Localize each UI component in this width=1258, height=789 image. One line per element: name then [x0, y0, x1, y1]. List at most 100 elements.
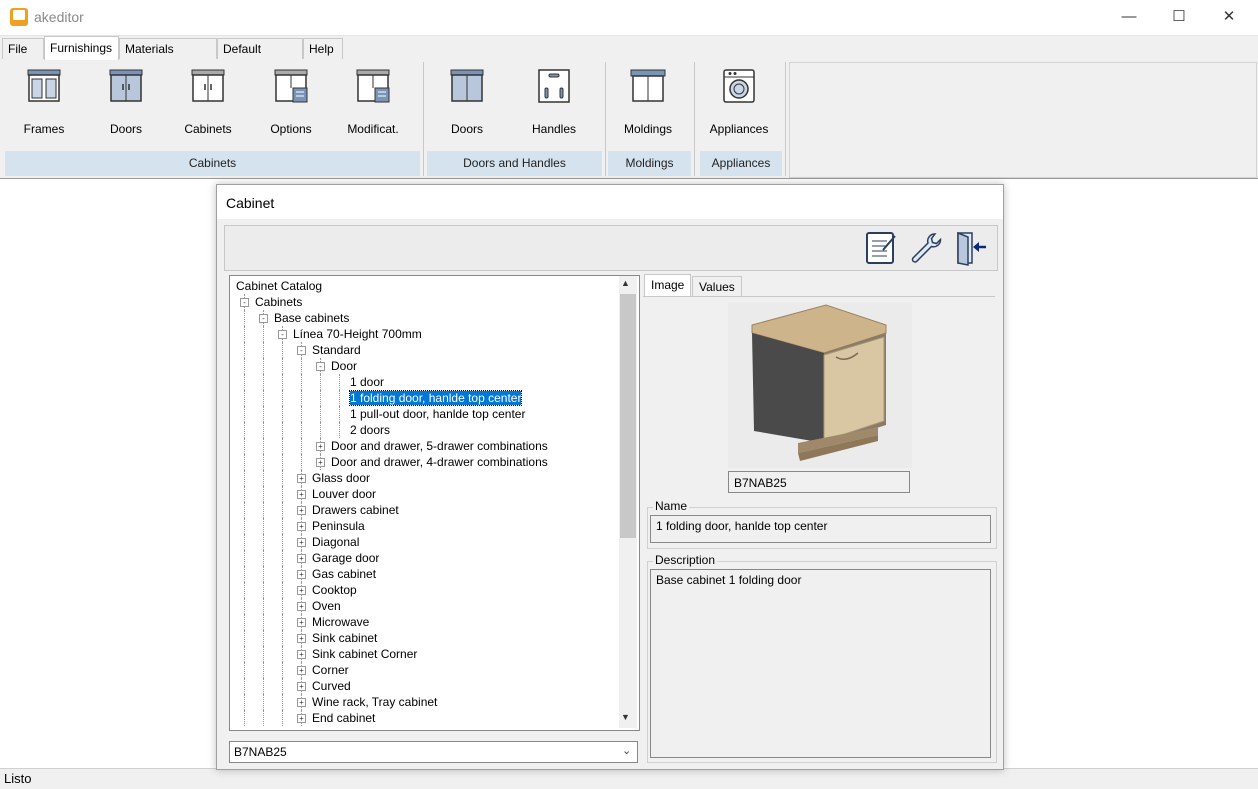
ribbon-cabinets-button[interactable]: Cabinets	[169, 64, 247, 148]
expand-icon[interactable]: +	[297, 634, 306, 643]
cabinet-tree[interactable]: Cabinet Catalog - Cabinets - Base cabinets - L…	[229, 275, 640, 731]
tree-item[interactable]: Corner	[312, 662, 349, 678]
expand-icon[interactable]: +	[297, 618, 306, 627]
menu-file[interactable]: File	[2, 38, 44, 59]
tree-guide-line	[282, 598, 283, 614]
ribbon-moldings-button[interactable]: Moldings	[609, 64, 687, 148]
menu-help[interactable]: Help	[303, 38, 343, 59]
minimize-icon[interactable]: —	[1106, 0, 1152, 34]
expand-icon[interactable]: +	[297, 490, 306, 499]
tree-item[interactable]: Cooktop	[312, 582, 357, 598]
ribbon-options-button[interactable]: Options	[252, 64, 330, 148]
tree-item[interactable]: 1 door	[350, 374, 384, 390]
expand-icon[interactable]: +	[297, 714, 306, 723]
collapse-icon[interactable]: -	[240, 298, 249, 307]
expand-icon[interactable]: +	[316, 442, 325, 451]
menu-materials-series[interactable]: Materials _Series	[119, 38, 217, 77]
expand-icon[interactable]: +	[297, 698, 306, 707]
tree-item[interactable]: Glass door	[312, 470, 370, 486]
ribbon-doors-button[interactable]: Doors	[87, 64, 165, 148]
expand-icon[interactable]: +	[316, 458, 325, 467]
tree-item[interactable]: End cabinet	[312, 710, 375, 726]
ribbon-doors-handles-doors-button[interactable]: Doors	[428, 64, 506, 148]
tree-item[interactable]: Door	[331, 358, 357, 374]
ribbon-moldings-label: Moldings	[623, 122, 673, 136]
tree-item[interactable]: Door and drawer, 5-drawer combinations	[331, 438, 548, 454]
tree-item[interactable]: Garage door	[312, 550, 379, 566]
tree-guide-line	[244, 582, 245, 598]
expand-icon[interactable]: +	[297, 538, 306, 547]
name-field[interactable]: 1 folding door, hanlde top center	[650, 515, 991, 543]
tab-image[interactable]: Image	[644, 274, 692, 297]
tree-guide-line	[263, 694, 264, 710]
ribbon-appliances-button[interactable]: Appliances	[700, 64, 778, 148]
tree-guide-line	[320, 374, 321, 390]
scroll-up-icon[interactable]: ▲	[621, 278, 630, 288]
collapse-icon[interactable]: -	[259, 314, 268, 323]
tree-item[interactable]: Gas cabinet	[312, 566, 376, 582]
expand-icon[interactable]: +	[297, 474, 306, 483]
tree-item[interactable]: 1 pull-out door, hanlde top center	[350, 406, 525, 422]
tree-guide-line	[244, 454, 245, 470]
tree-item[interactable]: Cabinet Catalog	[236, 278, 322, 294]
tab-divider	[643, 296, 995, 297]
tree-item[interactable]: Peninsula	[312, 518, 365, 534]
tree-item[interactable]: Wine rack, Tray cabinet	[312, 694, 437, 710]
expand-icon[interactable]: +	[297, 586, 306, 595]
tree-item[interactable]: Drawers cabinet	[312, 502, 399, 518]
tree-item[interactable]: Sink cabinet	[312, 630, 377, 646]
tree-item-label: Cooktop	[312, 583, 357, 597]
combo-value: B7NAB25	[234, 745, 287, 759]
close-icon[interactable]: ✕	[1206, 0, 1252, 34]
tree-item[interactable]: 2 doors	[350, 422, 390, 438]
maximize-icon[interactable]: ☐	[1156, 0, 1202, 34]
menu-furnishings[interactable]: Furnishings	[44, 36, 119, 60]
ribbon-modificat-button[interactable]: Modificat.	[334, 64, 412, 148]
tree-guide-line	[263, 646, 264, 662]
tree-item[interactable]: Curved	[312, 678, 351, 694]
chevron-down-icon[interactable]: ⌄	[622, 744, 631, 757]
tree-guide-line	[320, 422, 321, 438]
collapse-icon[interactable]: -	[278, 330, 287, 339]
expand-icon[interactable]: +	[297, 650, 306, 659]
expand-icon[interactable]: +	[297, 554, 306, 563]
menu-default-values[interactable]: Default values	[217, 38, 303, 77]
description-field[interactable]: Base cabinet 1 folding door	[650, 569, 991, 758]
expand-icon[interactable]: +	[297, 522, 306, 531]
tree-item[interactable]: Microwave	[312, 614, 369, 630]
tab-values[interactable]: Values	[692, 276, 742, 297]
expand-icon[interactable]: +	[297, 682, 306, 691]
tree-guide-line	[339, 422, 340, 438]
tree-item[interactable]: Oven	[312, 598, 341, 614]
tree-item[interactable]: Línea 70-Height 700mm	[293, 326, 422, 342]
tree-guide-line	[263, 470, 264, 486]
cabinet-code-combo[interactable]: B7NAB25 ⌄	[229, 741, 638, 763]
tree-item[interactable]: Diagonal	[312, 534, 359, 550]
report-icon[interactable]	[863, 230, 899, 266]
expand-icon[interactable]: +	[297, 602, 306, 611]
tree-guide-line	[301, 374, 302, 390]
tree-item-label: Curved	[312, 679, 351, 693]
tree-item[interactable]: Sink cabinet Corner	[312, 646, 417, 662]
tree-item[interactable]: Cabinets	[255, 294, 302, 310]
exit-door-icon[interactable]	[953, 230, 989, 266]
tree-item[interactable]: Base cabinets	[274, 310, 349, 326]
tree-item[interactable]: Louver door	[312, 486, 376, 502]
handles-icon	[538, 69, 570, 103]
tree-scroll-thumb[interactable]	[620, 294, 636, 538]
wrench-icon[interactable]	[908, 230, 944, 266]
expand-icon[interactable]: +	[297, 506, 306, 515]
collapse-icon[interactable]: -	[316, 362, 325, 371]
tree-item-label: Cabinet Catalog	[236, 279, 323, 293]
ribbon-frames-button[interactable]: Frames	[5, 64, 83, 148]
expand-icon[interactable]: +	[297, 666, 306, 675]
tree-item[interactable]: Door and drawer, 4-drawer combinations	[331, 454, 548, 470]
tree-item[interactable]: Standard	[312, 342, 361, 358]
tree-guide-line	[244, 486, 245, 502]
expand-icon[interactable]: +	[297, 570, 306, 579]
tree-guide-line	[339, 406, 340, 422]
collapse-icon[interactable]: -	[297, 346, 306, 355]
tree-item[interactable]: 1 folding door, hanlde top center	[348, 390, 523, 406]
ribbon-handles-button[interactable]: Handles	[515, 64, 593, 148]
scroll-down-icon[interactable]: ▼	[621, 712, 630, 722]
